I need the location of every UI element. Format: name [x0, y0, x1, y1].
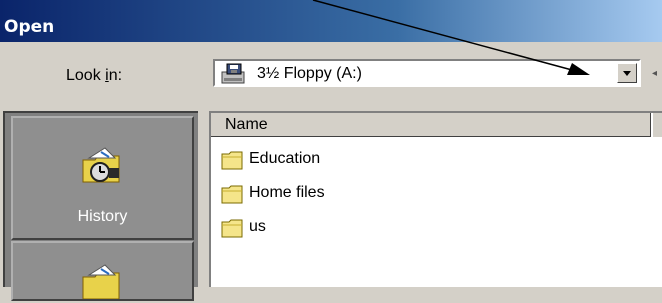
column-header-label: Name: [225, 116, 268, 133]
file-name: Education: [249, 150, 321, 167]
toolbar-edge-icon: ◂: [652, 68, 658, 79]
folder-icon: [221, 184, 243, 208]
file-list[interactable]: Name Education Home files us: [209, 111, 662, 287]
look-in-dropdown[interactable]: 3½ Floppy (A:): [213, 59, 641, 87]
places-bar: History: [3, 111, 198, 301]
floppy-drive-icon: [221, 63, 247, 89]
places-item-label: History: [77, 208, 128, 225]
folder-icon: [79, 263, 123, 303]
dropdown-arrow-button[interactable]: [617, 63, 637, 83]
file-name: Home files: [249, 184, 325, 201]
folder-icon: [221, 150, 243, 174]
column-header-name[interactable]: Name: [211, 113, 651, 137]
title-bar[interactable]: Open: [0, 0, 662, 42]
places-item-folder[interactable]: [11, 241, 194, 301]
places-item-history[interactable]: History: [11, 116, 194, 240]
file-name: us: [249, 218, 266, 235]
look-in-label: Look in:: [66, 67, 123, 84]
folder-icon: [221, 218, 243, 242]
chevron-down-icon: [623, 71, 631, 76]
column-header-next[interactable]: [652, 113, 662, 137]
window-title: Open: [4, 17, 55, 37]
look-in-value: 3½ Floppy (A:): [257, 65, 362, 82]
history-icon: [79, 146, 123, 190]
